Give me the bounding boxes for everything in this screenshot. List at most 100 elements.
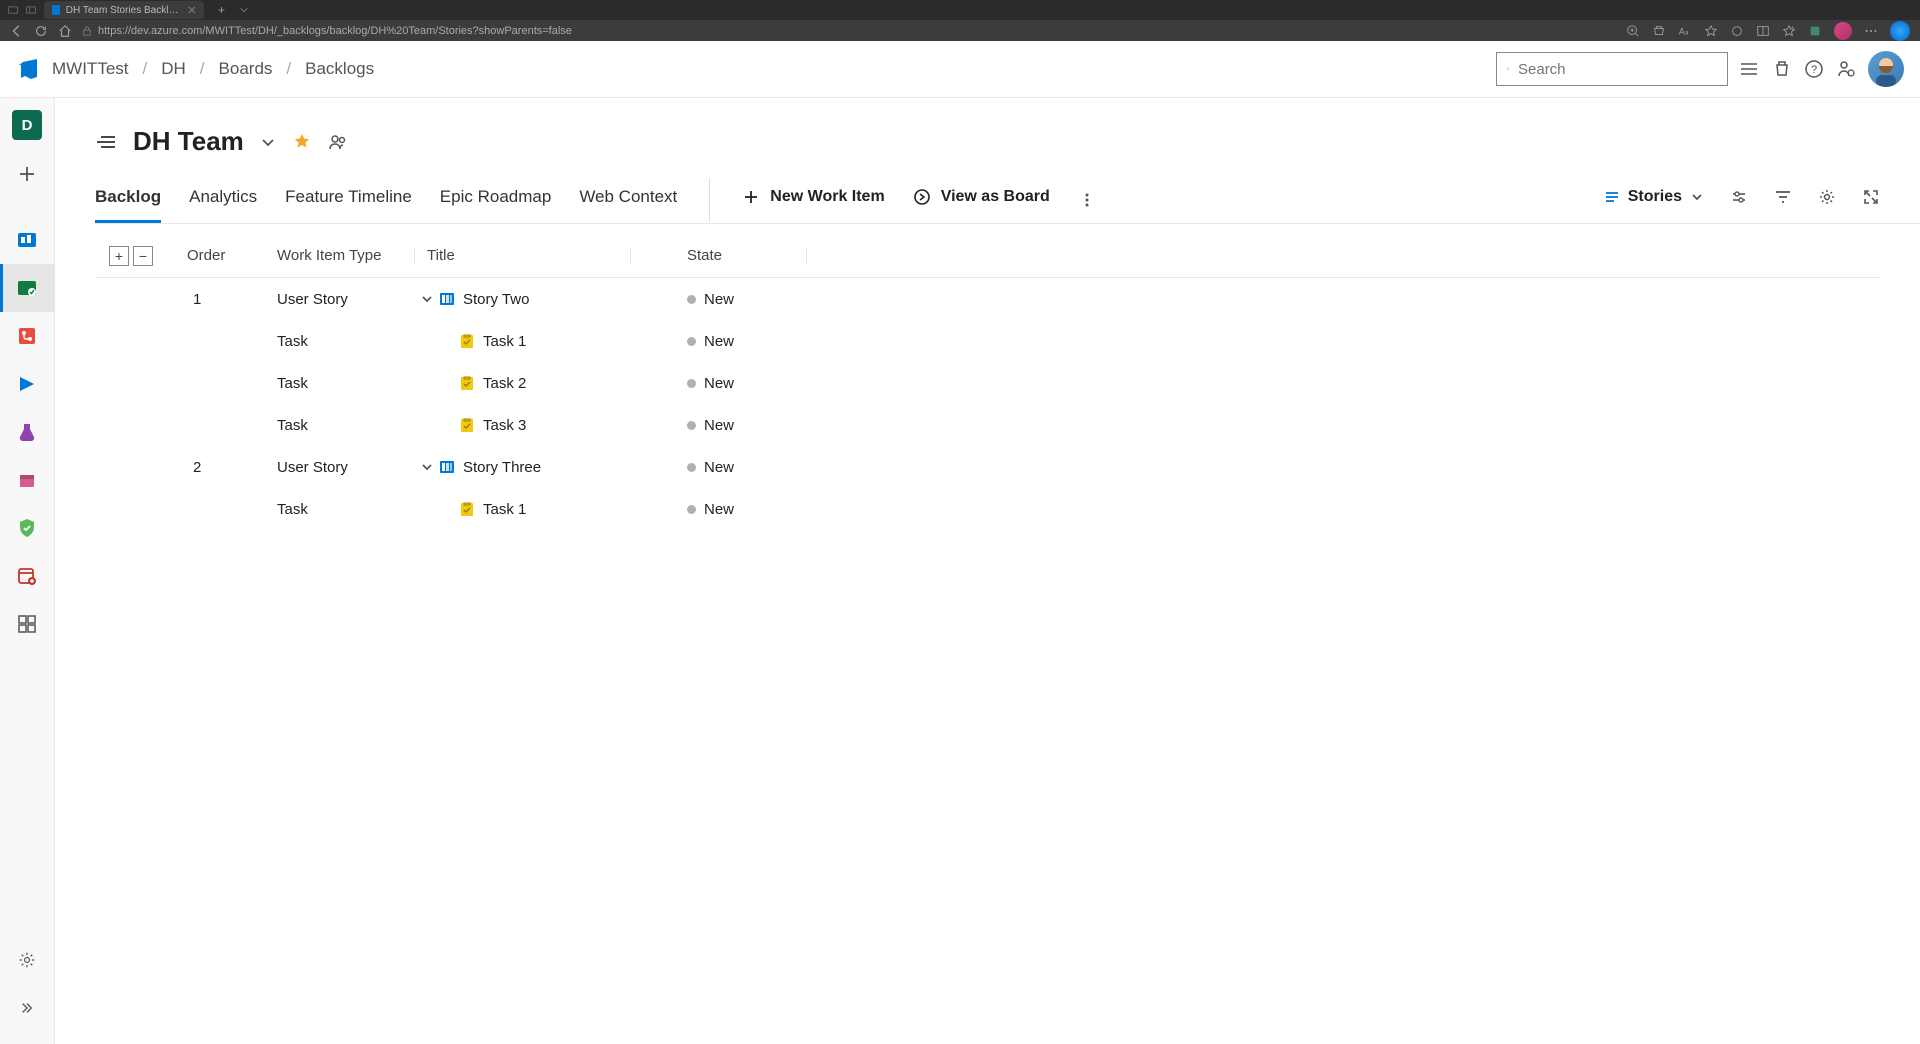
- rail-testplans[interactable]: [0, 408, 55, 456]
- rail-pipelines[interactable]: [0, 360, 55, 408]
- breadcrumb-org[interactable]: MWITTest: [52, 59, 129, 79]
- collections-icon[interactable]: +: [1782, 24, 1796, 38]
- rail-repos[interactable]: [0, 312, 55, 360]
- rail-wiki[interactable]: [0, 552, 55, 600]
- chevron-down-icon[interactable]: [420, 292, 434, 306]
- table-row[interactable]: TaskTask 1New: [95, 320, 1880, 362]
- chevron-down-icon[interactable]: [260, 134, 276, 150]
- user-settings-icon[interactable]: [1836, 59, 1856, 79]
- cell-title[interactable]: Story Three: [459, 459, 687, 476]
- backlog-level-dropdown[interactable]: Stories: [1602, 188, 1704, 206]
- cell-state: New: [687, 501, 734, 518]
- table-row[interactable]: 2User StoryStory ThreeNew: [95, 446, 1880, 488]
- help-icon[interactable]: ?: [1804, 59, 1824, 79]
- sync-icon[interactable]: [1730, 24, 1744, 38]
- chevron-down-icon: [1690, 190, 1704, 204]
- table-row[interactable]: Task Task 3New: [95, 404, 1880, 446]
- rail-artifacts[interactable]: [0, 456, 55, 504]
- tab-web-context[interactable]: Web Context: [579, 177, 677, 223]
- view-as-board-button[interactable]: View as Board: [913, 188, 1050, 212]
- task-icon: [459, 501, 479, 517]
- search-box[interactable]: [1496, 52, 1728, 86]
- breadcrumb-project[interactable]: DH: [161, 59, 186, 79]
- close-icon[interactable]: [188, 5, 196, 15]
- tab-overview-icon[interactable]: [8, 5, 18, 15]
- rail-dashboards[interactable]: [0, 600, 55, 648]
- user-avatar[interactable]: [1868, 51, 1904, 87]
- task-icon: [459, 333, 479, 349]
- cell-title[interactable]: Story Two: [459, 291, 687, 308]
- state-dot-icon: [687, 337, 696, 346]
- favicon: [52, 5, 60, 15]
- azure-devops-logo[interactable]: [16, 57, 40, 81]
- marketplace-icon[interactable]: [1772, 59, 1792, 79]
- settings-gear-icon[interactable]: [1818, 188, 1836, 206]
- tab-menu-icon[interactable]: [239, 5, 249, 15]
- cell-state: New: [687, 459, 734, 476]
- filter-icon[interactable]: [1774, 188, 1792, 206]
- project-badge[interactable]: D: [12, 110, 42, 140]
- user-story-icon: [439, 291, 459, 307]
- collapse-all-button[interactable]: −: [133, 246, 153, 266]
- col-header-title[interactable]: Title: [415, 247, 631, 264]
- refresh-icon[interactable]: [34, 24, 48, 38]
- cell-title[interactable]: Task 3: [479, 417, 687, 434]
- cell-title[interactable]: Task 1: [479, 501, 687, 518]
- cell-state: New: [687, 375, 734, 392]
- home-icon[interactable]: [58, 24, 72, 38]
- tab-epic-roadmap[interactable]: Epic Roadmap: [440, 177, 552, 223]
- team-name[interactable]: DH Team: [133, 126, 244, 157]
- cell-type: Task: [277, 417, 415, 434]
- col-header-state[interactable]: State: [687, 247, 807, 264]
- rail-expand[interactable]: [0, 984, 55, 1032]
- favorite-star-icon[interactable]: [292, 132, 312, 152]
- hamburger-icon[interactable]: [95, 131, 117, 153]
- tab-feature-timeline[interactable]: Feature Timeline: [285, 177, 412, 223]
- browser-tab[interactable]: DH Team Stories Backlog - Board: [44, 1, 204, 19]
- cell-state: New: [687, 417, 734, 434]
- grid-icon: [16, 613, 38, 635]
- chevron-down-icon[interactable]: [420, 460, 434, 474]
- rail-new[interactable]: [0, 150, 55, 198]
- expand-all-button[interactable]: +: [109, 246, 129, 266]
- text-size-icon[interactable]: Aa: [1678, 24, 1692, 38]
- boards-icon: [16, 277, 38, 299]
- shopping-icon[interactable]: [1652, 24, 1666, 38]
- new-work-item-button[interactable]: New Work Item: [742, 188, 884, 212]
- breadcrumb-boards[interactable]: Boards: [219, 59, 273, 79]
- tab-analytics[interactable]: Analytics: [189, 177, 257, 223]
- new-tab-button[interactable]: +: [212, 3, 231, 17]
- rail-boards[interactable]: [0, 264, 55, 312]
- column-options-icon[interactable]: [1730, 188, 1748, 206]
- favorite-icon[interactable]: [1704, 24, 1718, 38]
- table-row[interactable]: 1User StoryStory TwoNew: [95, 278, 1880, 320]
- work-items-icon[interactable]: [1740, 59, 1760, 79]
- breadcrumb-backlogs[interactable]: Backlogs: [305, 59, 374, 79]
- team-members-icon[interactable]: [328, 132, 348, 152]
- cell-title[interactable]: Task 2: [479, 375, 687, 392]
- table-row[interactable]: TaskTask 1New: [95, 488, 1880, 530]
- zoom-icon[interactable]: [1626, 24, 1640, 38]
- more-icon[interactable]: [1864, 24, 1878, 38]
- rail-overview[interactable]: [0, 216, 55, 264]
- table-row[interactable]: TaskTask 2New: [95, 362, 1880, 404]
- fullscreen-icon[interactable]: [1862, 188, 1880, 206]
- breadcrumb-sep: /: [286, 59, 291, 79]
- back-icon[interactable]: [10, 24, 24, 38]
- state-dot-icon: [687, 463, 696, 472]
- more-actions-icon[interactable]: [1078, 191, 1096, 209]
- split-icon[interactable]: [1756, 24, 1770, 38]
- rail-settings[interactable]: [0, 936, 55, 984]
- col-header-type[interactable]: Work Item Type: [277, 247, 415, 264]
- cell-title[interactable]: Task 1: [479, 333, 687, 350]
- bing-icon[interactable]: [1890, 21, 1910, 41]
- tab-panel-icon[interactable]: [26, 5, 36, 15]
- rail-compliance[interactable]: [0, 504, 55, 552]
- search-input[interactable]: [1518, 61, 1717, 78]
- col-header-order[interactable]: Order: [167, 247, 277, 264]
- url-box[interactable]: https://dev.azure.com/MWITTest/DH/_backl…: [82, 25, 1616, 37]
- extension-icon[interactable]: [1808, 24, 1822, 38]
- browser-toolbar-right: Aa +: [1626, 21, 1910, 41]
- tab-backlog[interactable]: Backlog: [95, 177, 161, 223]
- profile-icon[interactable]: [1834, 22, 1852, 40]
